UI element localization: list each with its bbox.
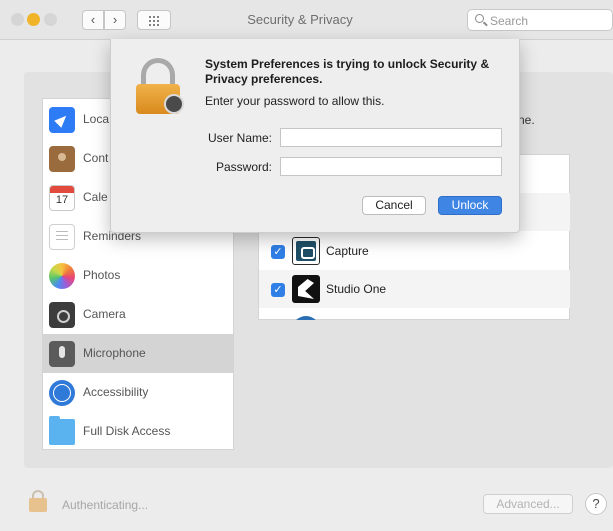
accessibility-icon	[49, 380, 75, 406]
partial-app-icon	[292, 316, 320, 320]
username-field[interactable]	[280, 128, 502, 147]
sidebar-item-label: Accessibility	[83, 385, 149, 399]
microphone-icon	[49, 341, 75, 367]
system-preferences-badge-icon	[164, 94, 184, 114]
photos-icon	[49, 263, 75, 289]
sidebar-item-label: Microphone	[83, 346, 146, 360]
description-text: ne.	[518, 113, 535, 127]
app-name: Capture	[326, 244, 369, 258]
cancel-button[interactable]: Cancel	[362, 196, 426, 215]
calendar-date: 17	[55, 194, 69, 206]
back-button[interactable]: ‹	[82, 10, 104, 30]
location-icon	[49, 107, 75, 133]
folder-icon	[49, 416, 75, 445]
sidebar-item-photos[interactable]: Photos	[43, 256, 234, 295]
chevron-right-icon: ›	[112, 12, 118, 27]
unlock-button[interactable]: Unlock	[438, 196, 502, 215]
auth-status: Authenticating...	[62, 498, 149, 512]
search-icon	[475, 14, 484, 23]
calendar-icon: 17	[49, 185, 75, 211]
reminders-icon	[49, 224, 75, 250]
help-button[interactable]: ?	[585, 493, 607, 515]
app-name: Studio One	[326, 282, 387, 296]
sidebar-item-label: Photos	[83, 268, 121, 282]
forward-button[interactable]: ›	[104, 10, 126, 30]
sidebar-item-label: Full Disk Access	[83, 424, 171, 438]
capture-checkbox[interactable]: ✓	[271, 245, 285, 259]
app-row-studio-one: ✓ Studio One	[259, 270, 570, 308]
checkmark-icon: ✓	[273, 284, 283, 296]
sidebar-item-full-disk-access[interactable]: Full Disk Access	[43, 412, 234, 451]
chevron-left-icon: ‹	[90, 12, 96, 27]
sidebar-item-label: Loca	[83, 112, 110, 126]
window-title: Security & Privacy	[247, 12, 353, 27]
password-field[interactable]	[280, 157, 502, 176]
dialog-message: Enter your password to allow this.	[205, 94, 385, 108]
sidebar-item-microphone[interactable]: Microphone	[43, 334, 234, 373]
lock-icon	[136, 58, 186, 116]
search-placeholder: Search	[490, 14, 529, 28]
sidebar-item-label: Camera	[83, 307, 126, 321]
grid-icon	[148, 15, 161, 26]
search-field[interactable]: Search	[467, 9, 613, 31]
sidebar-item-accessibility[interactable]: Accessibility	[43, 373, 234, 412]
sidebar-item-label: Cale	[83, 190, 108, 204]
sidebar-item-label: Cont	[83, 151, 109, 165]
lock-icon[interactable]	[27, 490, 49, 512]
minimize-window-button[interactable]	[27, 13, 40, 26]
studio-one-app-icon	[292, 275, 320, 303]
checkmark-icon: ✓	[273, 246, 283, 258]
password-label: Password:	[215, 160, 272, 174]
show-all-button[interactable]	[137, 10, 171, 30]
username-label: User Name:	[207, 131, 272, 145]
sidebar-item-camera[interactable]: Camera	[43, 295, 234, 334]
advanced-button[interactable]: Advanced...	[483, 494, 573, 514]
title-bar: ‹ › Security & Privacy Search	[0, 0, 613, 40]
dialog-title: System Preferences is trying to unlock S…	[205, 57, 490, 86]
contacts-icon	[49, 146, 75, 172]
zoom-window-button[interactable]	[44, 13, 57, 26]
app-row-capture: ✓ Capture	[259, 232, 570, 270]
close-window-button[interactable]	[11, 13, 24, 26]
camera-icon	[49, 302, 75, 328]
capture-app-icon	[292, 237, 320, 265]
studio-one-checkbox[interactable]: ✓	[271, 283, 285, 297]
list-item	[259, 308, 570, 320]
